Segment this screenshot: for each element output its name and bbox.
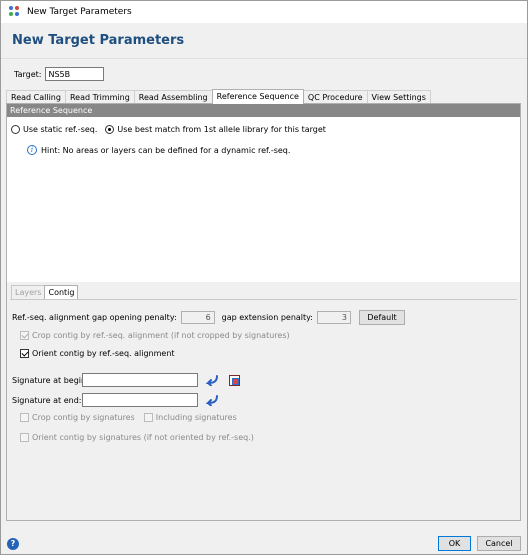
crop-alignment-row: Crop contig by ref.-seq. alignment (if n…: [20, 331, 290, 340]
tab-read-assembling[interactable]: Read Assembling: [133, 90, 213, 104]
tab-qc-procedure[interactable]: QC Procedure: [302, 90, 368, 104]
contig-panel: Ref.-seq. alignment gap opening penalty:…: [10, 299, 517, 518]
best-match-radio[interactable]: [105, 125, 115, 134]
sig-begin-field[interactable]: [82, 373, 198, 387]
tab-contig[interactable]: Contig: [44, 285, 79, 299]
tab-view-settings[interactable]: View Settings: [366, 90, 431, 104]
crop-signatures-row: Crop contig by signatures Including sign…: [20, 413, 237, 422]
signature-end-row: Signature at end:: [12, 393, 219, 407]
orient-by-signatures-label: Orient contig by signatures (if not orie…: [32, 433, 254, 442]
orient-by-alignment-label[interactable]: Orient contig by ref.-seq. alignment: [32, 349, 175, 358]
gap-ext-label: gap extension penalty:: [221, 313, 313, 322]
dialog-header: New Target Parameters: [1, 23, 527, 59]
signature-begin-row: Signature at begin:: [12, 373, 240, 387]
tab-layers[interactable]: Layers: [11, 285, 46, 299]
default-button[interactable]: Default: [359, 310, 405, 325]
info-icon: i: [27, 145, 37, 155]
gap-open-label: Ref.-seq. alignment gap opening penalty:: [12, 313, 177, 322]
ref-seq-options: Use static ref.-seq. Use best match from…: [11, 125, 334, 134]
including-signatures-label: Including signatures: [155, 413, 237, 422]
orient-by-alignment-checkbox[interactable]: [20, 349, 29, 358]
crop-by-signatures-label: Crop contig by signatures: [32, 413, 135, 422]
section-header: Reference Sequence: [7, 104, 520, 117]
app-dots-icon: [9, 6, 21, 18]
hint-text: Hint: No areas or layers can be defined …: [41, 145, 291, 155]
reference-sequence-panel: Reference Sequence Use static ref.-seq. …: [6, 103, 521, 521]
tab-read-trimming[interactable]: Read Trimming: [64, 90, 135, 104]
gap-penalty-row: Ref.-seq. alignment gap opening penalty:…: [12, 310, 405, 325]
cancel-button[interactable]: Cancel: [477, 536, 521, 551]
best-match-label[interactable]: Use best match from 1st allele library f…: [117, 125, 326, 134]
sub-tabs: Layers Contig: [11, 285, 79, 299]
pick-sequence-icon[interactable]: [229, 374, 240, 386]
crop-by-alignment-label: Crop contig by ref.-seq. alignment (if n…: [32, 331, 290, 340]
orient-alignment-row: Orient contig by ref.-seq. alignment: [20, 349, 175, 358]
title-bar: New Target Parameters: [1, 1, 527, 23]
crop-by-alignment-checkbox[interactable]: [20, 331, 29, 340]
orient-signatures-row: Orient contig by signatures (if not orie…: [20, 433, 254, 442]
sig-begin-label: Signature at begin:: [12, 375, 89, 385]
main-tabs: Read Calling Read Trimming Read Assembli…: [6, 89, 431, 104]
target-label: Target:: [14, 69, 42, 79]
orient-by-signatures-checkbox[interactable]: [20, 433, 29, 442]
layers-contig-area: Layers Contig Ref.-seq. alignment gap op…: [7, 282, 520, 520]
tab-read-calling[interactable]: Read Calling: [6, 90, 66, 104]
dialog-footer: ? OK Cancel: [1, 522, 527, 554]
static-ref-seq-label[interactable]: Use static ref.-seq.: [23, 125, 97, 134]
help-icon[interactable]: ?: [7, 538, 19, 550]
gap-ext-field[interactable]: 3: [317, 311, 351, 324]
sig-end-field[interactable]: [82, 393, 198, 407]
tab-reference-sequence[interactable]: Reference Sequence: [211, 89, 304, 104]
window-title: New Target Parameters: [27, 7, 132, 17]
ok-button[interactable]: OK: [438, 536, 471, 551]
target-row: Target: NS5B: [14, 67, 105, 81]
page-title: New Target Parameters: [12, 33, 185, 48]
crop-by-signatures-checkbox[interactable]: [20, 413, 29, 422]
gap-open-field[interactable]: 6: [180, 311, 215, 324]
reverse-arrow-icon[interactable]: [205, 374, 219, 386]
target-field[interactable]: NS5B: [45, 67, 105, 81]
dialog-window: New Target Parameters New Target Paramet…: [0, 0, 528, 555]
hint-row: i Hint: No areas or layers can be define…: [27, 145, 290, 155]
static-ref-seq-radio[interactable]: [11, 125, 20, 134]
including-signatures-checkbox[interactable]: [143, 413, 153, 422]
sig-end-label: Signature at end:: [12, 395, 82, 405]
reverse-arrow-icon[interactable]: [205, 394, 219, 406]
